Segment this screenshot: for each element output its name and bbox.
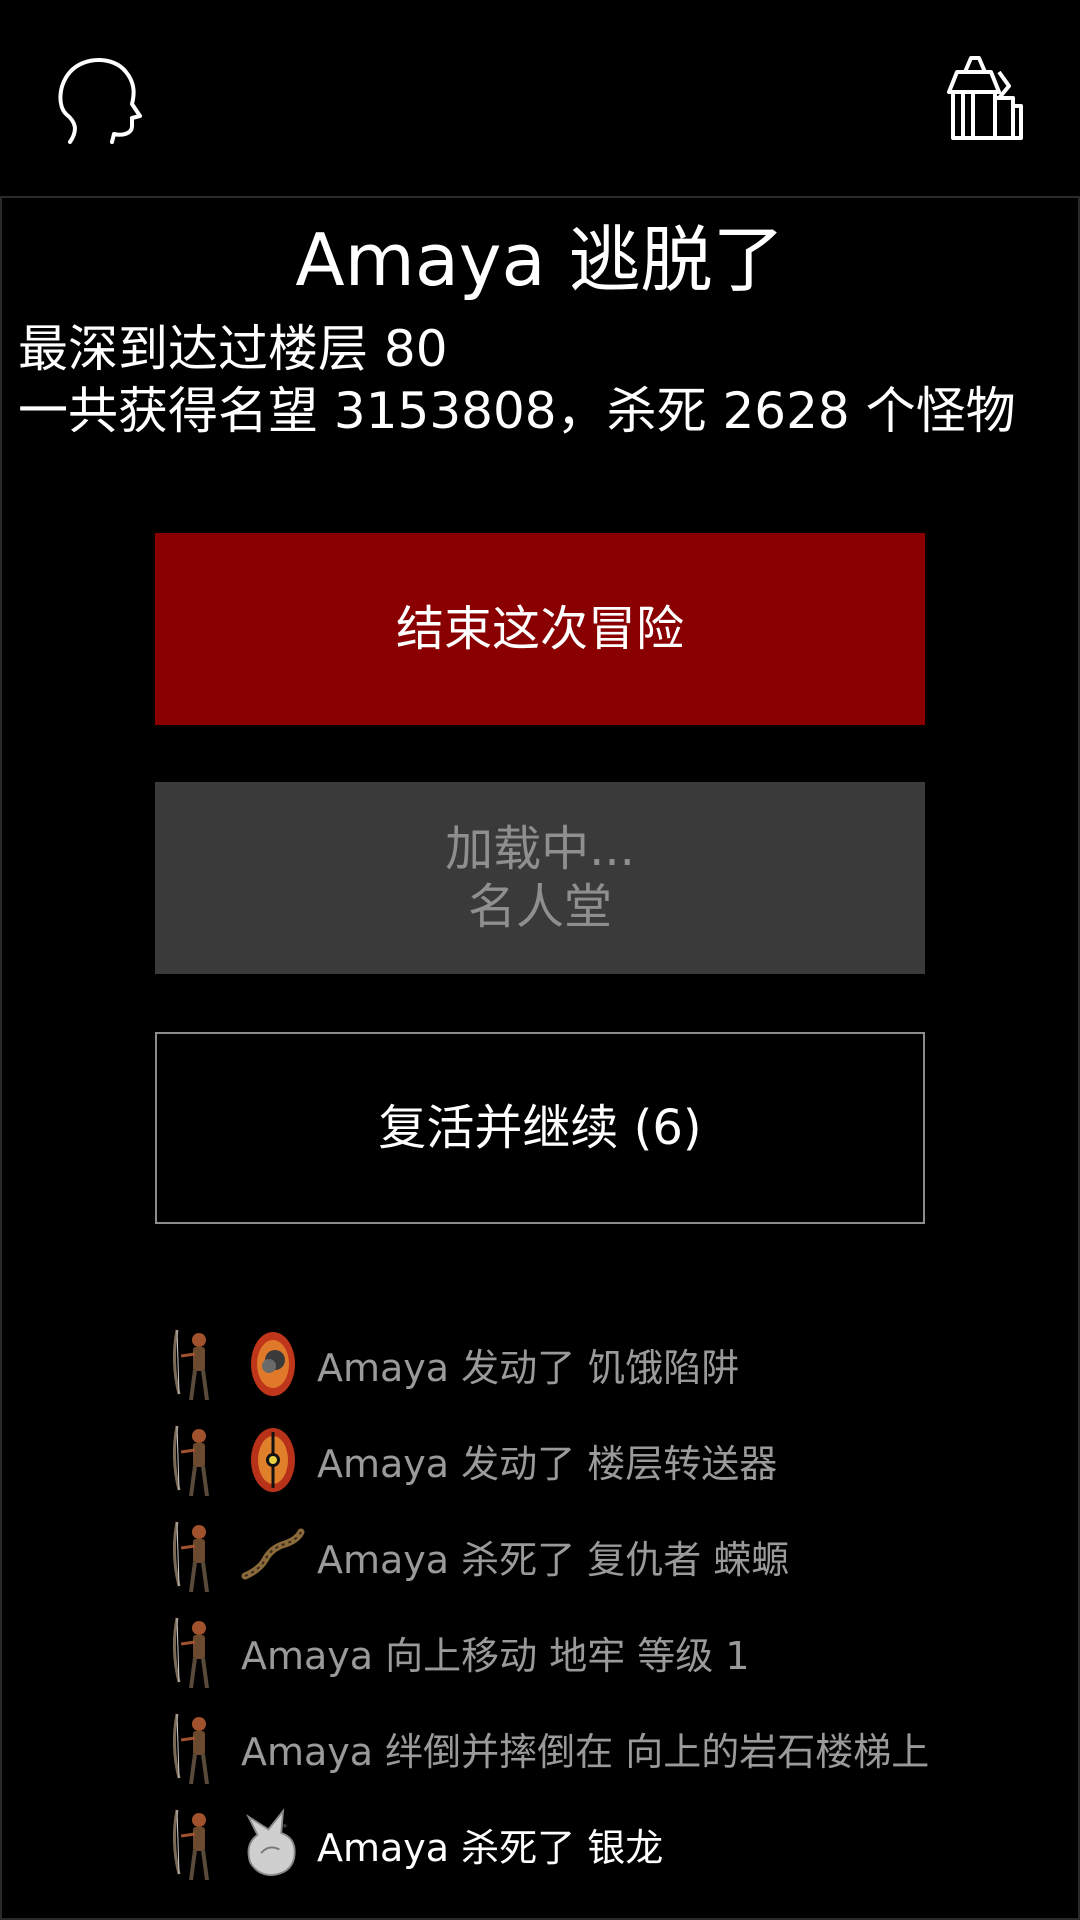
log-entry: Amaya 发动了 楼层转送器 bbox=[165, 1412, 1065, 1508]
hall-of-fame-label: 名人堂 bbox=[467, 879, 612, 935]
log-entry-text: Amaya 发动了 饥饿陷阱 bbox=[317, 1345, 740, 1390]
archer-icon bbox=[165, 1802, 229, 1886]
page-title: Amaya 逃脱了 bbox=[295, 218, 785, 302]
archer-icon bbox=[165, 1514, 229, 1598]
log-entry: Amaya 绊倒并摔倒在 向上的岩石楼梯上 bbox=[165, 1700, 1065, 1796]
revive-continue-label: 复活并继续 (6) bbox=[378, 1100, 702, 1156]
deepest-floor-text: 最深到达过楼层 80 bbox=[18, 320, 448, 378]
log-entry: Amaya 向上移动 地牢 等级 1 bbox=[165, 1604, 1065, 1700]
end-adventure-label: 结束这次冒险 bbox=[395, 601, 684, 657]
log-entry: Amaya 杀死了 银龙 bbox=[165, 1796, 1065, 1892]
log-entry: Amaya 杀死了 复仇者 蝾螈 bbox=[165, 1508, 1065, 1604]
archer-icon bbox=[165, 1322, 229, 1406]
hall-loading-label: 加载中... bbox=[445, 821, 635, 877]
run-stats: 最深到达过楼层 80 一共获得名望 3153808，杀死 2628 个怪物 bbox=[18, 318, 1078, 442]
archer-icon bbox=[165, 1706, 229, 1790]
hall-gifts-icon[interactable] bbox=[934, 48, 1034, 148]
log-entry-text: Amaya 杀死了 复仇者 蝾螈 bbox=[317, 1537, 790, 1582]
log-entry-text: Amaya 向上移动 地牢 等级 1 bbox=[241, 1633, 750, 1678]
log-entry-text: Amaya 发动了 楼层转送器 bbox=[317, 1441, 778, 1486]
log-entry: Amaya 发动了 饥饿陷阱 bbox=[165, 1316, 1065, 1412]
archer-icon bbox=[165, 1610, 229, 1694]
log-entry-text: Amaya 杀死了 银龙 bbox=[317, 1825, 664, 1870]
hall-of-fame-button[interactable]: 加载中... 名人堂 bbox=[155, 782, 925, 974]
message-log: Amaya 发动了 饥饿陷阱 Amaya 发动了 楼层转送器 Amaya 杀死了 复… bbox=[165, 1316, 1065, 1892]
head-profile-icon[interactable] bbox=[50, 48, 150, 148]
log-entry-text: Amaya 绊倒并摔倒在 向上的岩石楼梯上 bbox=[241, 1729, 930, 1774]
top-bar bbox=[0, 0, 1080, 196]
end-adventure-button[interactable]: 结束这次冒险 bbox=[155, 533, 925, 725]
fame-kills-text: 一共获得名望 3153808，杀死 2628 个怪物 bbox=[18, 382, 1016, 440]
hunger-trap-icon bbox=[241, 1322, 305, 1406]
silver-dragon-icon bbox=[241, 1802, 305, 1886]
teleporter-trap-icon bbox=[241, 1418, 305, 1502]
salamander-icon bbox=[241, 1514, 305, 1598]
archer-icon bbox=[165, 1418, 229, 1502]
revive-continue-button[interactable]: 复活并继续 (6) bbox=[155, 1032, 925, 1224]
